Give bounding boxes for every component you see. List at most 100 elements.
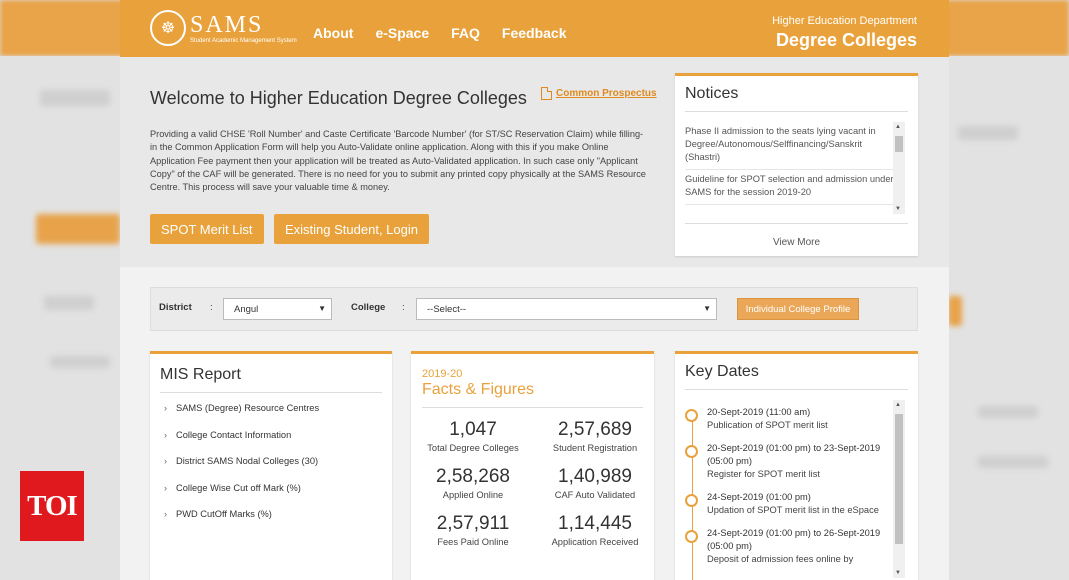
facts-year: 2019-20: [422, 368, 463, 380]
spot-merit-list-button[interactable]: SPOT Merit List: [150, 214, 264, 244]
notice-item[interactable]: Guideline for SPOT selection and admissi…: [685, 170, 895, 205]
timeline-dot-icon: [685, 409, 698, 422]
stat-caption: Application Received: [551, 537, 639, 547]
intro-text: Providing a valid CHSE 'Roll Number' and…: [150, 129, 646, 193]
stat-caption: Student Registration: [552, 443, 638, 453]
district-label: District: [159, 302, 192, 313]
key-dates-title: Key Dates: [685, 363, 908, 390]
sams-page: ☸ SAMS Student Academic Management Syste…: [120, 0, 949, 580]
timeline-dot-icon: [685, 494, 698, 507]
notices-title: Notices: [685, 85, 908, 112]
department-name: Higher Education Department: [772, 15, 917, 27]
notice-item[interactable]: Phase II admission to the seats lying va…: [685, 122, 895, 170]
district-selected-value: Angul: [234, 304, 259, 315]
stat-application-received: 1,14,445 Application Received: [535, 513, 655, 547]
stat-student-registration: 2,57,689 Student Registration: [535, 419, 655, 453]
key-date-description: Register for SPOT merit list: [707, 469, 820, 479]
facts-figures-panel: 2019-20 Facts & Figures 1,047 Total Degr…: [411, 351, 654, 580]
stat-value: 2,57,689: [558, 419, 632, 440]
stat-applied-online: 2,58,268 Applied Online: [413, 466, 533, 500]
chevron-down-icon: ▼: [318, 304, 326, 313]
view-more-link[interactable]: View More: [675, 237, 918, 248]
mis-item-label: SAMS (Degree) Resource Centres: [176, 403, 320, 413]
common-prospectus-link[interactable]: Common Prospectus: [556, 88, 657, 99]
key-date-item: 24-Sept-2019 (01:00 pm) Updation of SPOT…: [685, 491, 895, 517]
department-title: Higher Education Department Degree Colle…: [772, 15, 917, 51]
notice-list: Phase II admission to the seats lying va…: [685, 122, 895, 214]
college-select[interactable]: --Select-- ▼: [416, 298, 717, 320]
key-date-date: 24-Sept-2019 (01:00 pm) to 26-Sept-2019 …: [707, 528, 881, 551]
college-label: College: [351, 302, 386, 313]
mis-item-label: PWD CutOff Marks (%): [176, 509, 272, 519]
scroll-thumb[interactable]: [895, 414, 903, 544]
stat-caption: Total Degree Colleges: [427, 443, 519, 453]
pdf-icon: [541, 87, 552, 100]
facts-title: Facts & Figures: [422, 381, 535, 398]
site-header: ☸ SAMS Student Academic Management Syste…: [120, 0, 949, 57]
stat-caption: Applied Online: [442, 490, 504, 500]
mis-item-nodal-colleges[interactable]: › District SAMS Nodal Colleges (30): [164, 456, 392, 483]
chevron-down-icon: ▼: [703, 304, 711, 313]
nav-espace[interactable]: e-Space: [375, 25, 429, 41]
chevron-right-icon: ›: [164, 429, 167, 440]
key-date-date: 20-Sept-2019 (01:00 pm) to 23-Sept-2019 …: [707, 443, 881, 466]
college-filter-bar: District : Angul ▼ College : --Select-- …: [150, 287, 918, 331]
existing-student-login-button[interactable]: Existing Student, Login: [274, 214, 429, 244]
chevron-right-icon: ›: [164, 403, 167, 413]
toi-watermark-logo: TOI: [20, 471, 84, 541]
stat-fees-paid-online: 2,57,911 Fees Paid Online: [413, 513, 533, 547]
chevron-right-icon: ›: [164, 509, 167, 519]
key-date-description: Publication of SPOT merit list: [707, 420, 828, 430]
mis-item-label: College Wise Cut off Mark (%): [176, 482, 301, 493]
scroll-up-icon[interactable]: ▲: [895, 402, 901, 408]
stat-caption: Fees Paid Online: [437, 537, 509, 547]
nav-feedback[interactable]: Feedback: [502, 25, 567, 41]
mis-report-title: MIS Report: [160, 366, 382, 393]
nav-faq[interactable]: FAQ: [451, 25, 480, 41]
key-date-date: 20-Sept-2019 (11:00 am): [707, 407, 811, 417]
mis-report-panel: MIS Report › SAMS (Degree) Resource Centr…: [150, 351, 392, 580]
mis-item-college-contact[interactable]: › College Contact Information: [164, 430, 392, 457]
notices-scrollbar[interactable]: ▲ ▼: [893, 122, 905, 214]
notices-panel: Notices Phase II admission to the seats …: [675, 73, 918, 256]
section-name: Degree Colleges: [775, 30, 917, 50]
stat-value: 2,57,911: [436, 513, 510, 534]
mis-item-resource-centres[interactable]: › SAMS (Degree) Resource Centres: [164, 403, 392, 430]
stat-caption: CAF Auto Validated: [554, 490, 636, 500]
logo-title: SAMS: [190, 11, 264, 38]
key-date-item: 20-Sept-2019 (01:00 pm) to 23-Sept-2019 …: [685, 442, 895, 481]
key-date-item: 24-Sept-2019 (01:00 pm) to 26-Sept-2019 …: [685, 527, 895, 566]
individual-college-profile-button[interactable]: Individual College Profile: [737, 298, 859, 320]
mis-item-label: College Contact Information: [176, 429, 292, 440]
college-selected-value: --Select--: [427, 304, 467, 315]
stat-value: 1,40,989: [558, 466, 632, 487]
stat-value: 1,14,445: [558, 513, 632, 534]
stat-total-colleges: 1,047 Total Degree Colleges: [413, 419, 533, 453]
key-date-description: Updation of SPOT merit list in the eSpac…: [707, 505, 879, 515]
key-dates-scrollbar[interactable]: ▲ ▼: [893, 400, 905, 578]
scroll-down-icon[interactable]: ▼: [895, 206, 901, 212]
emblem-icon: ☸: [150, 10, 186, 46]
prospectus-link-group[interactable]: Common Prospectus: [541, 87, 657, 100]
key-date-item: 20-Sept-2019 (11:00 am) Publication of S…: [685, 406, 895, 432]
district-colon: :: [210, 302, 213, 313]
key-dates-panel: Key Dates 20-Sept-2019 (11:00 am) Public…: [675, 351, 918, 580]
nav-about[interactable]: About: [313, 25, 353, 41]
scroll-up-icon[interactable]: ▲: [895, 124, 901, 130]
chevron-right-icon: ›: [164, 456, 167, 466]
mis-item-pwd-cutoff[interactable]: › PWD CutOff Marks (%): [164, 509, 392, 536]
stat-value: 1,047: [449, 419, 497, 440]
sams-logo[interactable]: ☸ SAMS Student Academic Management Syste…: [150, 10, 297, 46]
key-dates-timeline: 20-Sept-2019 (11:00 am) Publication of S…: [685, 400, 895, 580]
stat-value: 2,58,268: [436, 466, 510, 487]
background-right-panel: [948, 56, 1069, 580]
mis-item-cutoff-mark[interactable]: › College Wise Cut off Mark (%): [164, 483, 392, 510]
scroll-down-icon[interactable]: ▼: [895, 570, 901, 576]
district-select[interactable]: Angul ▼: [223, 298, 332, 320]
stat-caf-auto-validated: 1,40,989 CAF Auto Validated: [535, 466, 655, 500]
key-date-description: Deposit of admission fees online by: [707, 554, 854, 564]
hero-section: Welcome to Higher Education Degree Colle…: [120, 57, 949, 267]
timeline-dot-icon: [685, 445, 698, 458]
timeline-dot-icon: [685, 530, 698, 543]
scroll-thumb[interactable]: [895, 136, 903, 152]
